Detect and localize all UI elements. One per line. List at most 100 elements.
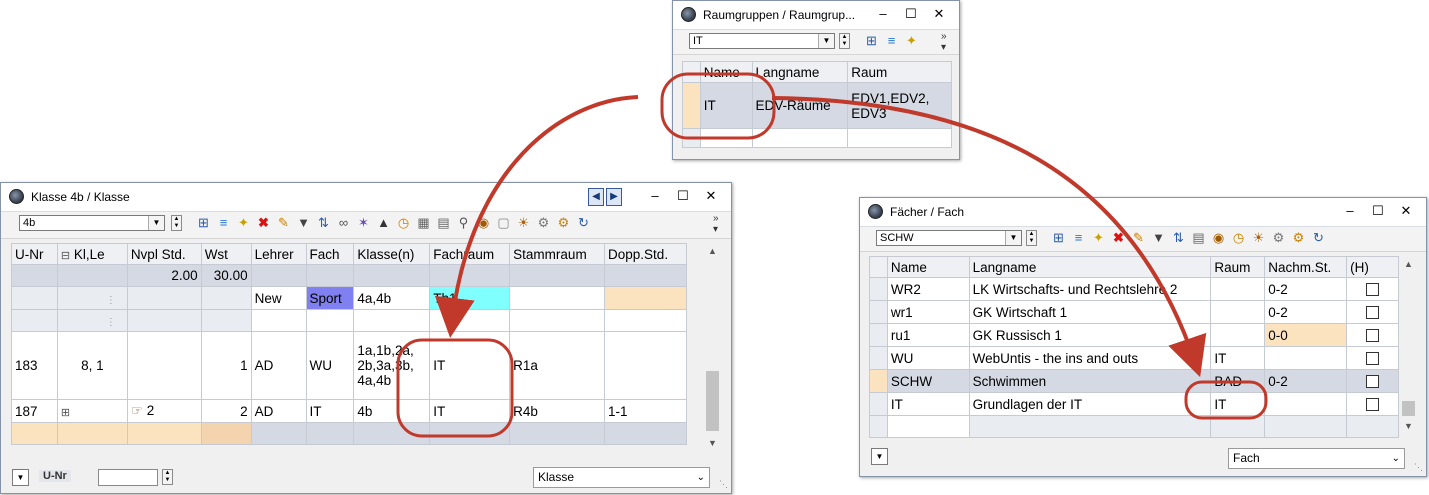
chevron-down-icon[interactable]: ▼	[1005, 231, 1021, 245]
table-row[interactable]: 183 8, 1 1 AD WU 1a,1b,2a, 2b,3a,3b, 4a,…	[11, 331, 687, 400]
element-combo[interactable]: IT ▼	[689, 33, 835, 49]
add-row-icon[interactable]: ⊞	[863, 32, 880, 50]
new-row[interactable]: ⋮ New Sport 4a,4b Th1	[11, 286, 687, 310]
link-icon[interactable]: ∞	[335, 214, 352, 232]
cell[interactable]	[509, 309, 606, 332]
cell-nachm[interactable]	[1264, 346, 1348, 370]
cell-raum[interactable]: BAD	[1210, 369, 1266, 393]
table-row[interactable]: IT EDV-Räume EDV1,EDV2, EDV3	[682, 82, 952, 129]
cell-dopp[interactable]	[604, 331, 687, 400]
col-header-nachm[interactable]: Nachm.St.	[1264, 256, 1348, 278]
cell-raum[interactable]	[1210, 300, 1266, 324]
cell-fachraum[interactable]: Th1	[429, 286, 511, 310]
close-button[interactable]: ✕	[1392, 201, 1420, 221]
cell-name[interactable]: IT	[699, 82, 753, 129]
element-combo[interactable]: SCHW ▼	[876, 230, 1022, 246]
table-icon[interactable]: ▤	[435, 214, 452, 232]
cell[interactable]	[604, 309, 687, 332]
graduation-cap-icon[interactable]: ▲	[375, 214, 392, 232]
cell-h[interactable]	[1346, 300, 1399, 324]
col-header-langname[interactable]: Langname	[968, 256, 1212, 278]
cell-fach[interactable]: Sport	[305, 286, 355, 310]
table-icon[interactable]: ▤	[1190, 229, 1207, 247]
empty-cell[interactable]	[968, 415, 1212, 438]
cell-lehrer[interactable]: AD	[250, 399, 307, 423]
cell-h[interactable]	[1346, 369, 1399, 393]
cell[interactable]	[305, 309, 355, 332]
cell-h[interactable]	[1346, 346, 1399, 370]
col-header-name[interactable]: Name	[699, 61, 753, 83]
cell-langname[interactable]: Grundlagen der IT	[968, 392, 1212, 416]
chevron-down-icon[interactable]: ▼	[818, 34, 834, 48]
col-header-unr[interactable]: U-Nr	[11, 243, 58, 265]
add-row-icon[interactable]: ⊞	[195, 214, 212, 232]
resize-grip-icon[interactable]: ⋱	[719, 479, 728, 490]
col-header-raum[interactable]: Raum	[847, 61, 952, 83]
cell-langname[interactable]: WebUntis - the ins and outs	[968, 346, 1212, 370]
cell-name[interactable]: SCHW	[886, 369, 970, 393]
cell-fachraum[interactable]: IT	[429, 399, 511, 423]
cell-nachm[interactable]: 0-2	[1264, 300, 1348, 324]
view-select[interactable]: Klasse ⌄	[533, 467, 710, 488]
previous-arrow-icon[interactable]: ◀	[588, 188, 604, 206]
scroll-thumb[interactable]	[1402, 401, 1415, 416]
element-combo[interactable]: 4b ▼	[19, 215, 165, 231]
empty-cell[interactable]	[886, 415, 970, 438]
unr-spinner[interactable]: ▲ ▼	[162, 469, 173, 485]
new-icon[interactable]: ✦	[903, 32, 920, 50]
checkbox[interactable]	[1366, 329, 1380, 343]
cell-raum[interactable]: EDV1,EDV2, EDV3	[847, 82, 952, 129]
table-row-empty[interactable]	[869, 415, 1399, 438]
delete-icon[interactable]: ✖	[1110, 229, 1127, 247]
col-header-dopp[interactable]: Dopp.Std.	[604, 243, 687, 265]
footer-menu-button[interactable]: ▼	[871, 448, 888, 465]
grid-icon[interactable]: ▦	[415, 214, 432, 232]
gear-icon[interactable]: ⚙	[555, 214, 572, 232]
maximize-button[interactable]: ☐	[897, 4, 925, 24]
empty-cell[interactable]	[751, 128, 849, 148]
cell-klassen[interactable]: 4a,4b	[353, 286, 431, 310]
cell-nachm[interactable]	[1264, 392, 1348, 416]
cell-h[interactable]	[1346, 277, 1399, 301]
cell[interactable]	[429, 309, 511, 332]
close-button[interactable]: ✕	[697, 186, 725, 206]
table-row[interactable]: WU WebUntis - the ins and outs IT	[869, 346, 1399, 370]
cell-raum[interactable]	[1210, 277, 1266, 301]
new-icon[interactable]: ✦	[235, 214, 252, 232]
filter-icon[interactable]: ▼	[1150, 229, 1167, 247]
col-header-wst[interactable]: Wst	[200, 243, 252, 265]
cell-name[interactable]: WR2	[886, 277, 970, 301]
checkbox[interactable]	[1366, 398, 1380, 412]
refresh-icon[interactable]: ↻	[575, 214, 592, 232]
resize-grip-icon[interactable]: ⋱	[1414, 462, 1423, 473]
cell-langname[interactable]: EDV-Räume	[751, 82, 849, 129]
cell-klle[interactable]: ⊞	[56, 399, 128, 423]
cell-stammraum[interactable]	[509, 286, 606, 310]
empty-cell[interactable]	[1346, 415, 1399, 438]
cell-unr[interactable]: 183	[11, 331, 58, 400]
table-row[interactable]: wr1 GK Wirtschaft 1 0-2	[869, 300, 1399, 324]
scroll-up-icon[interactable]: ▲	[1400, 256, 1417, 272]
next-arrow-icon[interactable]: ▶	[606, 188, 622, 206]
chevron-down-icon[interactable]: ⌄	[1392, 449, 1400, 468]
gear-icon[interactable]: ⚙	[1290, 229, 1307, 247]
empty-cell[interactable]	[699, 128, 753, 148]
cell-langname[interactable]: Schwimmen	[968, 369, 1212, 393]
toolbar-overflow-icon[interactable]: » ▾	[941, 31, 947, 53]
table-row-empty[interactable]	[682, 128, 952, 148]
cell-langname[interactable]: GK Wirtschaft 1	[968, 300, 1212, 324]
col-header-nvpl[interactable]: Nvpl Std.	[126, 243, 202, 265]
message-icon[interactable]: ▢	[495, 214, 512, 232]
cell-fachraum[interactable]: IT	[429, 331, 511, 400]
col-header-fachraum[interactable]: Fachraum	[429, 243, 511, 265]
cell-klle[interactable]: 8, 1	[56, 331, 128, 400]
table-row[interactable]: IT Grundlagen der IT IT	[869, 392, 1399, 416]
unr-input[interactable]	[98, 469, 158, 486]
chevron-down-icon[interactable]: ▼	[148, 216, 164, 230]
scroll-thumb[interactable]	[706, 371, 719, 431]
settings-icon[interactable]: ⚙	[535, 214, 552, 232]
col-header-klassen[interactable]: Klasse(n)	[353, 243, 431, 265]
list-icon[interactable]: ≡	[1070, 229, 1087, 247]
table-row-selected[interactable]: SCHW Schwimmen BAD 0-2	[869, 369, 1399, 393]
cell-dopp[interactable]: 1-1	[604, 399, 687, 423]
